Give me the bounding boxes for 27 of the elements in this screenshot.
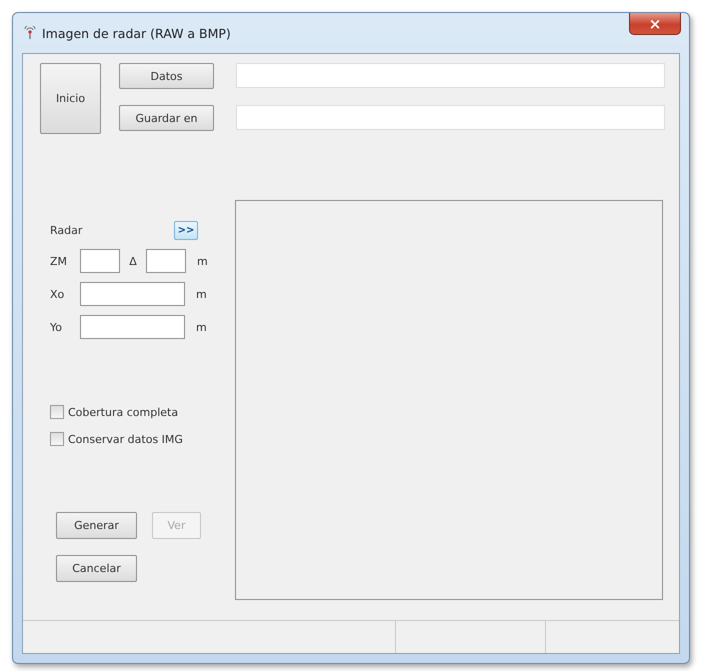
antenna-icon <box>24 26 36 40</box>
parameter-label: Xo <box>50 288 66 300</box>
close-button[interactable]: × <box>629 13 681 35</box>
checkbox[interactable] <box>50 432 64 446</box>
path-field[interactable] <box>236 105 665 130</box>
input-field[interactable] <box>80 282 185 306</box>
parameter-label: Yo <box>50 320 63 334</box>
checkbox[interactable] <box>50 405 64 419</box>
parameter-label: Δ <box>128 254 138 268</box>
input-field[interactable] <box>80 249 120 273</box>
unit-label: m <box>197 254 208 268</box>
path-button[interactable]: Datos <box>119 63 214 89</box>
start-button[interactable]: Inicio <box>40 63 101 134</box>
expand-button[interactable]: >> <box>174 220 198 240</box>
checkbox-label: Conservar datos IMG <box>68 432 183 446</box>
input-field[interactable] <box>80 315 185 339</box>
action-button[interactable]: Generar <box>56 512 137 539</box>
checkbox-label: Cobertura completa <box>68 406 178 418</box>
path-button[interactable]: Guardar en <box>119 105 214 131</box>
parameter-label: ZM <box>50 254 68 268</box>
path-field[interactable] <box>236 63 665 88</box>
unit-label: m <box>196 288 207 300</box>
input-field[interactable] <box>146 249 186 273</box>
radar-label: Radar <box>50 224 82 236</box>
window-title: Imagen de radar (RAW a BMP) <box>42 26 231 40</box>
action-button[interactable]: Cancelar <box>56 555 137 582</box>
unit-label: m <box>196 320 207 334</box>
